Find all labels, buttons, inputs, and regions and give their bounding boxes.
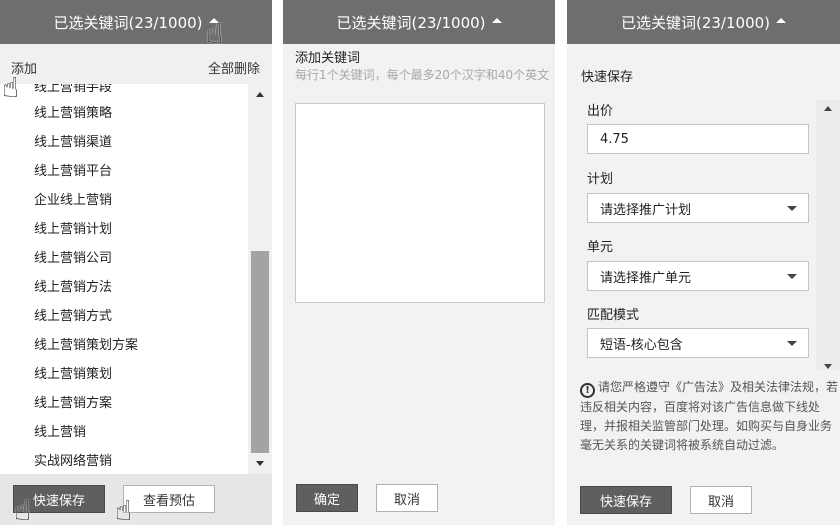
match-mode-value: 短语-核心包含 (600, 337, 683, 353)
hand-cursor-icon: ☝ (2, 71, 20, 104)
panel-header[interactable]: 已选关键词(23/1000) (567, 0, 840, 44)
header-title: 已选关键词(23/1000) (620, 13, 771, 32)
scroll-down-icon[interactable] (824, 364, 832, 369)
scrollbar-thumb[interactable] (251, 251, 269, 453)
scroll-up-icon[interactable] (256, 92, 264, 97)
exclamation-circle-icon: ! (580, 383, 595, 398)
dropdown-arrow-icon (787, 206, 797, 211)
cancel-button[interactable]: 取消 (376, 484, 438, 512)
delete-all-link[interactable]: 全部删除 (208, 58, 260, 77)
add-keywords-panel: 已选关键词(23/1000) 添加关键词 每行1个关键词，每个最多20个汉字和4… (283, 0, 555, 525)
keywords-textarea[interactable] (295, 103, 545, 303)
scrollbar-track[interactable] (816, 100, 840, 370)
scroll-down-icon[interactable] (256, 461, 264, 466)
button-label: 快速保存 (599, 494, 652, 510)
plan-label: 计划 (587, 172, 614, 187)
list-item: 线上营销平台 (34, 164, 113, 179)
dropdown-arrow-icon (787, 341, 797, 346)
list-item: 线上营销手段 (34, 84, 113, 95)
header-title: 已选关键词(23/1000) (53, 13, 203, 32)
confirm-button[interactable]: 确定 (296, 484, 358, 512)
quick-save-panel: 已选关键词(23/1000) 快速保存 出价 4.75 计划 请选择推广计划 单… (567, 0, 840, 525)
quick-save-button[interactable]: 快速保存 (580, 486, 672, 514)
match-mode-select[interactable]: 短语-核心包含 (587, 328, 809, 358)
view-estimate-button[interactable]: 查看预估 (123, 485, 215, 513)
list-item: 线上营销计划 (34, 222, 113, 237)
list-item: 线上营销方案 (34, 396, 113, 411)
panel-header[interactable]: 已选关键词(23/1000) (0, 0, 272, 44)
hand-cursor-icon: ☝ (14, 494, 32, 525)
selected-keywords-panel: 已选关键词(23/1000) ☝ 添加 全部删除 线上营销手段 线上营销策略 线… (0, 0, 272, 525)
button-label: 取消 (393, 492, 420, 508)
scroll-up-icon[interactable] (824, 106, 832, 111)
unit-select[interactable]: 请选择推广单元 (587, 261, 809, 291)
match-mode-label: 匹配模式 (587, 308, 640, 323)
add-keywords-label: 添加关键词 (295, 51, 361, 66)
bid-label: 出价 (587, 104, 614, 119)
list-item: 线上营销方法 (34, 280, 113, 295)
unit-label: 单元 (587, 240, 614, 255)
list-item: 线上营销渠道 (34, 135, 113, 150)
list-item: 企业线上营销 (34, 193, 113, 208)
list-item: 线上营销 (34, 425, 87, 440)
list-item: 线上营销策划方案 (34, 338, 139, 353)
cancel-button[interactable]: 取消 (690, 486, 752, 514)
header-title: 已选关键词(23/1000) (336, 13, 486, 32)
dropdown-arrow-icon (787, 274, 797, 279)
list-item: 线上营销策划 (34, 367, 113, 382)
notice-text: 请您严格遵守《广告法》及相关法律法规，若违反相关内容，百度将对该广告信息做下线处… (580, 380, 839, 452)
plan-select[interactable]: 请选择推广计划 (587, 193, 809, 223)
panel-header[interactable]: 已选关键词(23/1000) (283, 0, 555, 44)
keyword-list: 线上营销手段 线上营销策略 线上营销渠道 线上营销平台 企业线上营销 线上营销计… (0, 84, 248, 474)
bid-input[interactable]: 4.75 (587, 124, 809, 154)
hand-cursor-icon: ☝ (115, 494, 133, 525)
legal-notice: ! 请您严格遵守《广告法》及相关法律法规，若违反相关内容，百度将对该广告信息做下线… (580, 378, 840, 455)
list-item: 线上营销公司 (34, 251, 113, 266)
list-item: 实战网络营销 (34, 454, 113, 469)
button-label: 确定 (313, 492, 340, 508)
unit-value: 请选择推广单元 (600, 270, 692, 286)
list-item: 线上营销方式 (34, 309, 113, 324)
button-label: 快速保存 (32, 493, 85, 509)
plan-value: 请选择推广计划 (600, 202, 692, 218)
button-label: 取消 (707, 494, 734, 510)
bid-value: 4.75 (600, 131, 629, 147)
caret-up-icon[interactable] (491, 18, 502, 23)
input-hint: 每行1个关键词，每个最多20个汉字和40个英文 (295, 68, 550, 82)
button-label: 查看预估 (142, 493, 195, 509)
caret-up-icon[interactable] (776, 18, 787, 23)
list-item: 线上营销策略 (34, 106, 113, 121)
section-title: 快速保存 (581, 70, 634, 85)
screen: 已选关键词(23/1000) ☝ 添加 全部删除 线上营销手段 线上营销策略 线… (0, 0, 840, 525)
